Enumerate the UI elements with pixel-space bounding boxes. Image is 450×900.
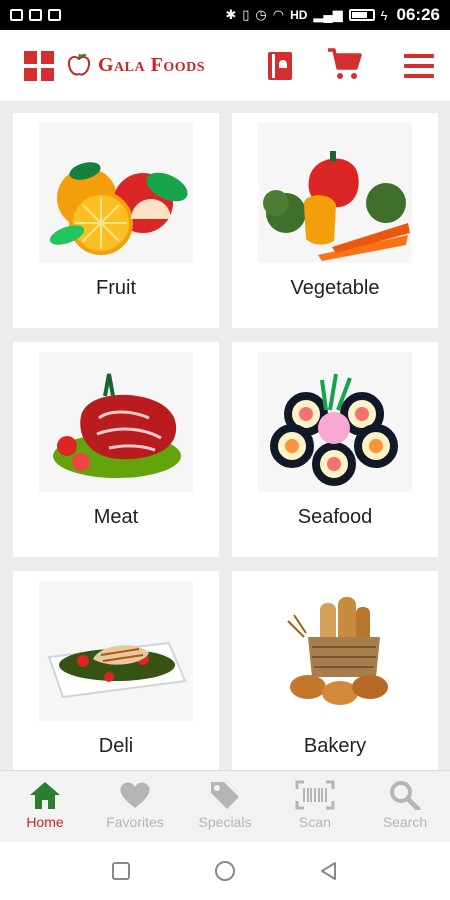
nav-label: Search bbox=[382, 814, 428, 830]
app-bar: Gala Foods bbox=[0, 30, 450, 102]
tag-icon bbox=[211, 782, 239, 809]
nav-search[interactable]: Search bbox=[360, 771, 450, 842]
status-time: 06:26 bbox=[396, 5, 440, 24]
system-navigation bbox=[0, 842, 450, 900]
heart-icon bbox=[120, 782, 150, 808]
battery-icon bbox=[348, 9, 375, 21]
alarm-icon: ◷ bbox=[255, 7, 267, 22]
nav-scan[interactable]: Scan bbox=[270, 771, 360, 842]
brand-name: Gala Foods bbox=[98, 53, 206, 76]
grid-menu-icon[interactable] bbox=[24, 51, 54, 81]
brand-logo[interactable]: Gala Foods bbox=[66, 52, 205, 78]
nav-label: Home bbox=[26, 814, 64, 830]
vegetable-image bbox=[258, 123, 412, 263]
fruit-image bbox=[39, 123, 193, 263]
home-icon bbox=[30, 782, 60, 809]
cart-icon[interactable] bbox=[326, 46, 362, 82]
meat-image bbox=[39, 352, 193, 492]
notification-icon bbox=[10, 9, 23, 21]
bottom-navigation: Home Favorites Specials Scan Search bbox=[0, 770, 450, 842]
vibrate-icon: ▯ bbox=[242, 7, 250, 22]
category-label: Seafood bbox=[297, 506, 373, 528]
apple-logo-icon bbox=[67, 53, 91, 76]
nav-label: Scan bbox=[299, 814, 331, 830]
category-label: Bakery bbox=[303, 735, 367, 757]
signal-icon: ▂▄▆ bbox=[313, 7, 343, 22]
nav-favorites[interactable]: Favorites bbox=[90, 771, 180, 842]
bakery-image bbox=[258, 581, 412, 721]
notification-icons bbox=[10, 9, 61, 21]
nav-label: Specials bbox=[198, 814, 252, 830]
seafood-image bbox=[258, 352, 412, 492]
category-label: Meat bbox=[93, 506, 139, 528]
charging-icon: ϟ bbox=[380, 7, 388, 23]
category-tile-bakery[interactable]: Bakery bbox=[232, 571, 438, 770]
category-label: Deli bbox=[98, 735, 134, 757]
system-indicators: ✱ ▯ ◷ ◠ HD ▂▄▆ ϟ 06:26 bbox=[225, 5, 440, 25]
back-icon[interactable] bbox=[319, 861, 339, 881]
category-label: Fruit bbox=[96, 277, 136, 299]
message-icon bbox=[48, 9, 61, 21]
home-circle-icon[interactable] bbox=[214, 860, 236, 882]
category-tile-vegetable[interactable]: Vegetable bbox=[232, 113, 438, 328]
category-label: Vegetable bbox=[290, 277, 380, 299]
category-tile-meat[interactable]: Meat bbox=[13, 342, 219, 557]
calendar-icon bbox=[29, 9, 42, 21]
nav-home[interactable]: Home bbox=[0, 771, 90, 842]
nav-label: Favorites bbox=[106, 814, 164, 830]
barcode-icon bbox=[295, 780, 335, 810]
hamburger-menu-icon[interactable] bbox=[404, 54, 434, 78]
status-bar: ✱ ▯ ◷ ◠ HD ▂▄▆ ϟ 06:26 bbox=[0, 0, 450, 30]
search-icon bbox=[390, 781, 421, 810]
category-tile-deli[interactable]: Deli bbox=[13, 571, 219, 770]
nav-specials[interactable]: Specials bbox=[180, 771, 270, 842]
category-grid: Fruit Vegetable Meat Seafood Deli Bakery bbox=[0, 102, 450, 770]
deli-image bbox=[39, 581, 193, 721]
recents-icon[interactable] bbox=[111, 861, 131, 881]
recipe-card-icon[interactable] bbox=[266, 50, 294, 82]
network-label: HD bbox=[290, 8, 308, 22]
category-tile-seafood[interactable]: Seafood bbox=[232, 342, 438, 557]
bluetooth-icon: ✱ bbox=[225, 7, 237, 22]
wifi-icon: ◠ bbox=[272, 7, 285, 22]
category-tile-fruit[interactable]: Fruit bbox=[13, 113, 219, 328]
